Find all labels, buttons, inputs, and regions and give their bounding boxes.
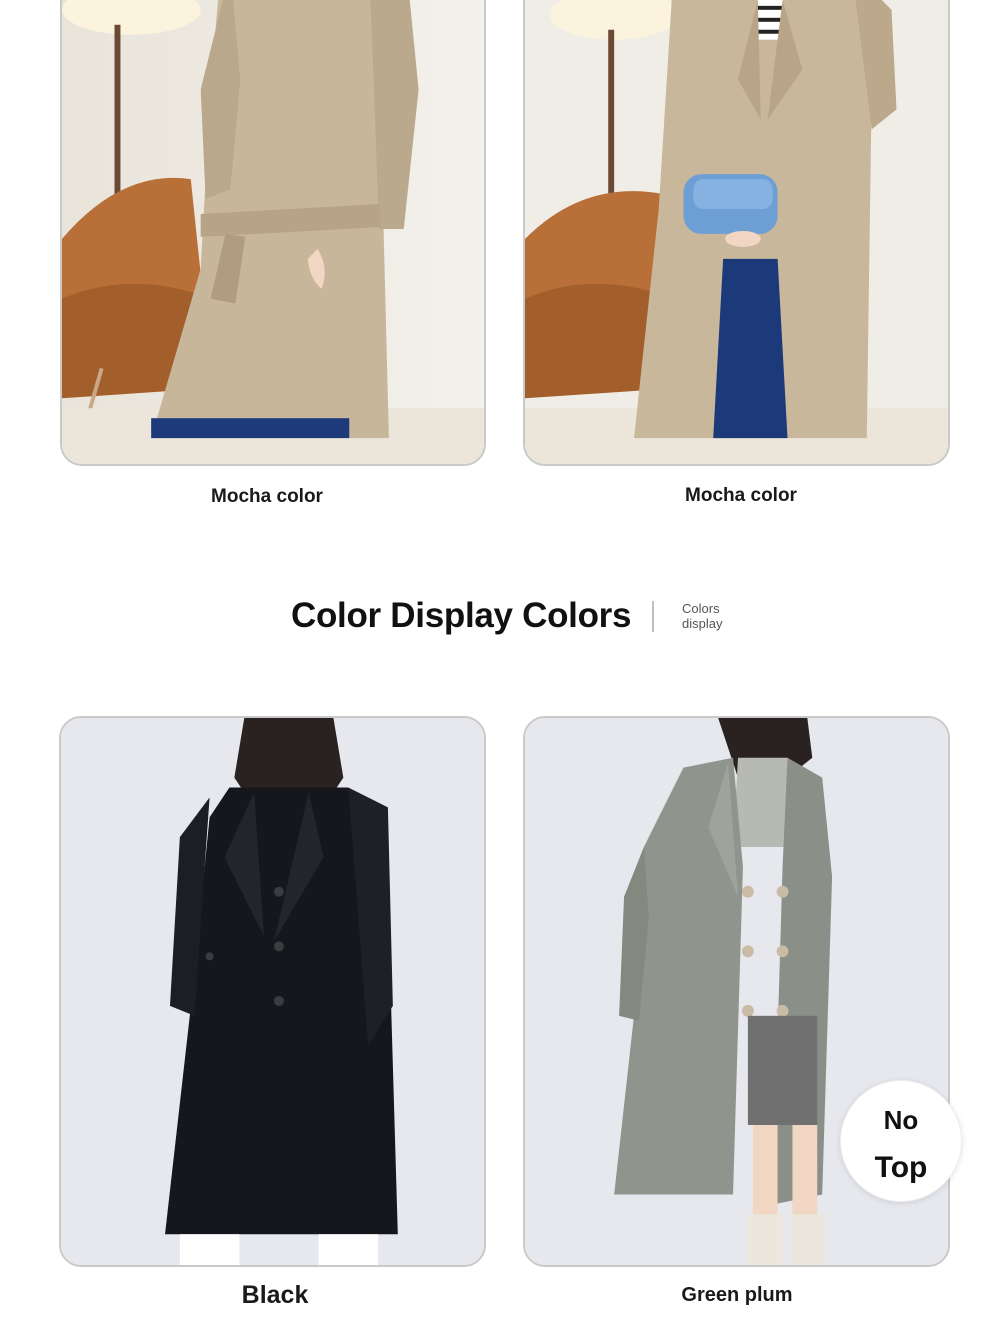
product-image-mocha-open[interactable]: [523, 0, 950, 466]
title-divider: [652, 601, 654, 632]
product-photo: [61, 718, 484, 1265]
back-to-top-label-line2: Top: [874, 1151, 928, 1184]
subtitle-line: display: [682, 616, 723, 631]
product-photo: [525, 0, 948, 464]
product-image-mocha-belted[interactable]: [60, 0, 486, 466]
back-to-top-button[interactable]: No Top: [840, 1080, 962, 1202]
product-caption: Green plum: [681, 1284, 793, 1306]
product-photo: [62, 0, 484, 464]
product-caption: Mocha color: [211, 486, 323, 507]
section-subtitle: Colors display: [682, 601, 722, 631]
product-caption: Mocha color: [685, 485, 797, 506]
product-image-black[interactable]: [59, 716, 486, 1267]
product-caption: Black: [241, 1281, 309, 1309]
back-to-top-label-line1: No: [883, 1105, 919, 1135]
section-title: Color Display Colors: [291, 596, 632, 635]
subtitle-line: Colors: [682, 601, 720, 616]
